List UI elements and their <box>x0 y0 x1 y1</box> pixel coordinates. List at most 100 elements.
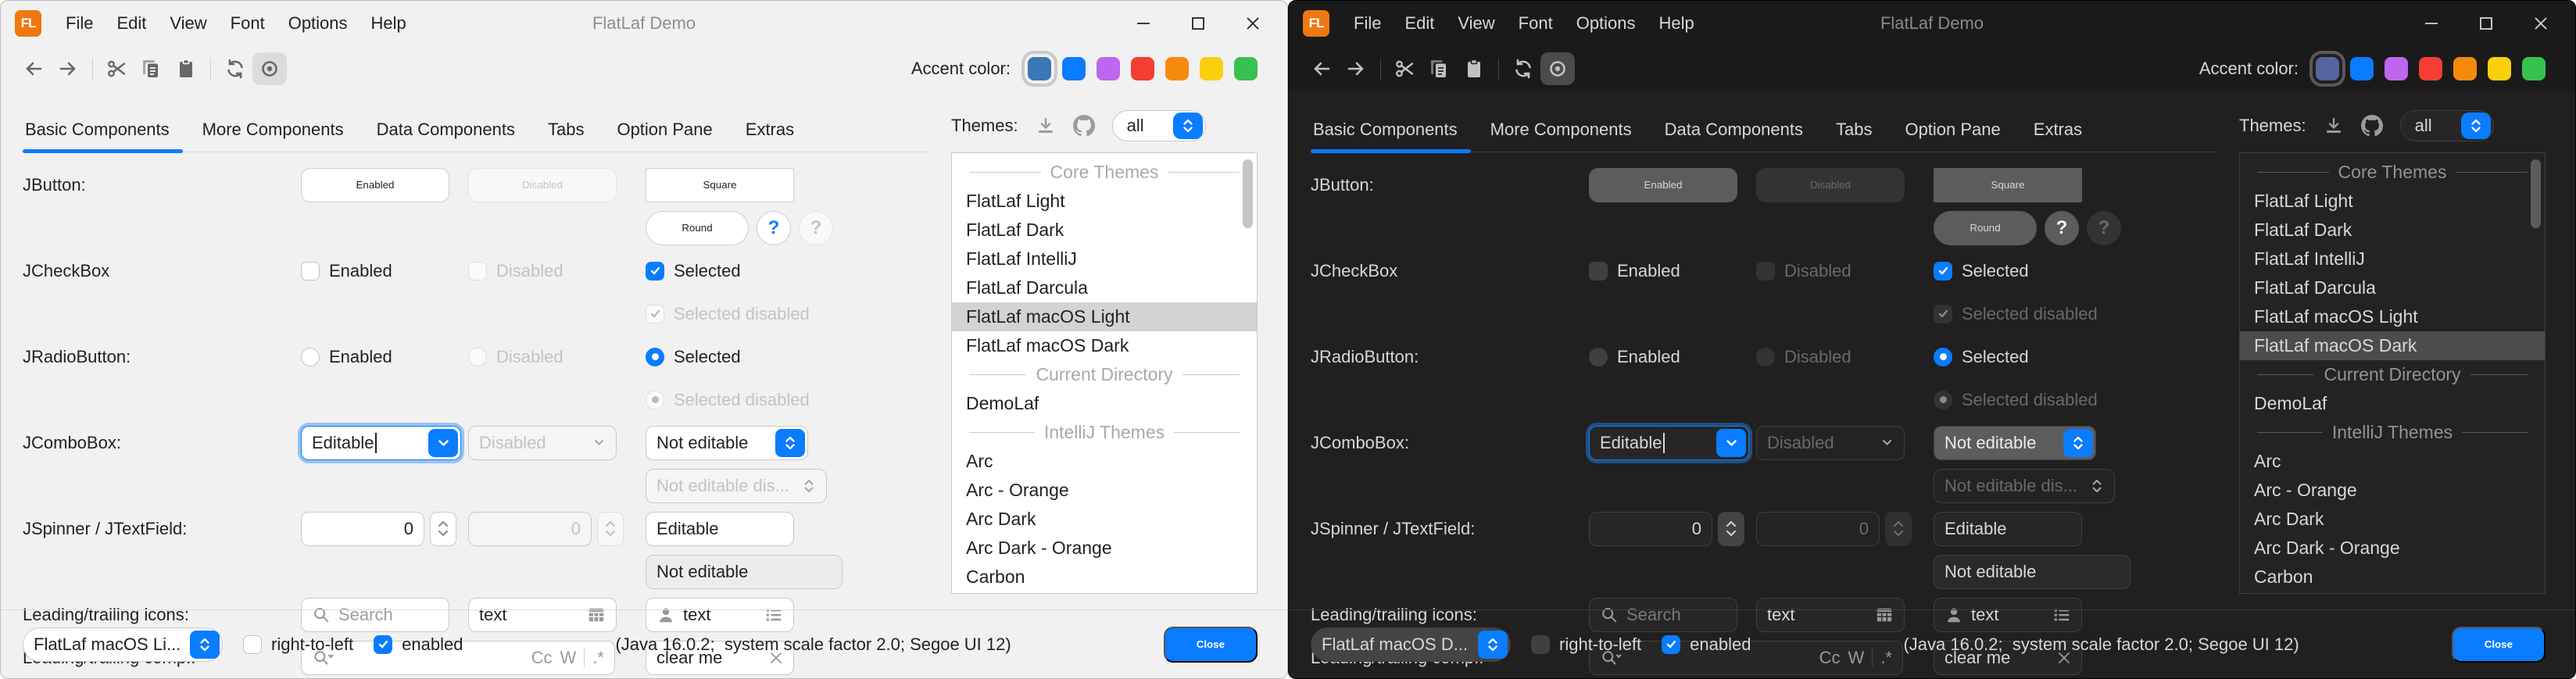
theme-list[interactable]: Core Themes FlatLaf Light FlatLaf Dark F… <box>2239 152 2546 594</box>
menu-options[interactable]: Options <box>1565 8 1648 39</box>
theme-item[interactable]: Arc Dark <box>2240 505 2545 534</box>
accent-swatch-selected[interactable] <box>2316 57 2339 80</box>
theme-item[interactable]: Arc <box>952 447 1257 476</box>
accent-swatch-selected[interactable] <box>1028 57 1051 80</box>
theme-item-selected[interactable]: FlatLaf macOS Dark <box>2240 331 2545 360</box>
tab-tabs[interactable]: Tabs <box>531 112 600 152</box>
maximize-icon[interactable] <box>2470 9 2502 38</box>
close-icon[interactable] <box>1237 9 1268 38</box>
tab-more-components[interactable]: More Components <box>1474 112 1648 152</box>
theme-item[interactable]: FlatLaf Light <box>952 187 1257 216</box>
paste-icon[interactable] <box>1457 52 1491 85</box>
scrollbar-thumb[interactable] <box>1243 159 1253 228</box>
close-button[interactable]: Close <box>2452 627 2546 663</box>
combobox-updown-icon[interactable] <box>2063 429 2093 457</box>
download-icon[interactable] <box>2324 116 2344 136</box>
themes-filter-combo[interactable]: all <box>1112 110 1206 141</box>
paste-icon[interactable] <box>169 52 203 85</box>
theme-item[interactable]: FlatLaf Darcula <box>2240 273 2545 302</box>
laf-combo[interactable]: FlatLaf macOS Li... <box>23 627 223 662</box>
theme-item[interactable]: Arc - Orange <box>2240 476 2545 505</box>
cut-icon[interactable] <box>100 52 134 85</box>
tab-option-pane[interactable]: Option Pane <box>600 112 728 152</box>
copy-icon[interactable] <box>1422 52 1457 85</box>
menu-file[interactable]: File <box>54 8 105 39</box>
menu-help[interactable]: Help <box>360 8 418 39</box>
minimize-icon[interactable] <box>1128 9 1159 38</box>
accent-swatch-orange[interactable] <box>2453 57 2477 80</box>
rtl-checkbox[interactable] <box>1531 635 1550 654</box>
theme-item[interactable]: Arc - Orange <box>952 476 1257 505</box>
cut-icon[interactable] <box>1388 52 1422 85</box>
tab-basic-components[interactable]: Basic Components <box>1311 112 1474 152</box>
theme-item[interactable]: FlatLaf Light <box>2240 187 2545 216</box>
jbutton-square[interactable]: Square <box>1934 168 2082 202</box>
combobox-editable[interactable]: Editable <box>1589 426 1749 460</box>
accent-swatch-green[interactable] <box>2522 57 2546 80</box>
show-hidden-toggle-icon[interactable] <box>1540 52 1575 85</box>
scrollbar-thumb[interactable] <box>2531 159 2541 228</box>
checkbox-selected[interactable] <box>646 262 664 281</box>
theme-list[interactable]: Core Themes FlatLaf Light FlatLaf Dark F… <box>951 152 1258 594</box>
theme-item[interactable]: DemoLaf <box>952 389 1257 418</box>
copy-icon[interactable] <box>134 52 169 85</box>
accent-swatch-orange[interactable] <box>1165 57 1189 80</box>
tab-tabs[interactable]: Tabs <box>1819 112 1888 152</box>
combobox-not-editable[interactable]: Not editable <box>646 426 808 460</box>
checkbox-selected[interactable] <box>1934 262 1952 281</box>
combobox-updown-icon[interactable] <box>1478 631 1508 659</box>
theme-item[interactable]: Cobalt 2 <box>952 591 1257 594</box>
accent-swatch-blue[interactable] <box>2350 57 2374 80</box>
jbutton-square[interactable]: Square <box>646 168 794 202</box>
combobox-updown-icon[interactable] <box>775 429 805 457</box>
accent-swatch-red[interactable] <box>2419 57 2442 80</box>
accent-swatch-blue[interactable] <box>1062 57 1086 80</box>
theme-item[interactable]: FlatLaf IntelliJ <box>952 245 1257 273</box>
tab-basic-components[interactable]: Basic Components <box>23 112 186 152</box>
close-icon[interactable] <box>2525 9 2556 38</box>
combobox-updown-icon[interactable] <box>190 631 220 659</box>
radio-selected[interactable] <box>1934 348 1952 366</box>
spinner-arrows-icon[interactable] <box>430 512 456 546</box>
textfield-editable[interactable]: Editable <box>646 512 794 546</box>
accent-swatch-yellow[interactable] <box>2488 57 2511 80</box>
show-hidden-toggle-icon[interactable] <box>252 52 287 85</box>
theme-item[interactable]: FlatLaf Dark <box>952 216 1257 245</box>
close-button[interactable]: Close <box>1164 627 1258 663</box>
tab-data-components[interactable]: Data Components <box>1648 112 1819 152</box>
jbutton-round[interactable]: Round <box>646 211 749 245</box>
theme-item[interactable]: FlatLaf macOS Dark <box>952 331 1257 360</box>
jbutton-enabled[interactable]: Enabled <box>1589 168 1737 202</box>
menu-edit[interactable]: Edit <box>1393 8 1446 39</box>
accent-swatch-purple[interactable] <box>2385 57 2408 80</box>
theme-item[interactable]: Arc Dark <box>952 505 1257 534</box>
spinner-field[interactable]: 0 <box>1589 512 1712 546</box>
menu-edit[interactable]: Edit <box>105 8 158 39</box>
checkbox-enabled[interactable] <box>1589 262 1608 281</box>
radio-enabled[interactable] <box>1589 348 1608 366</box>
jbutton-round[interactable]: Round <box>1934 211 2037 245</box>
forward-icon[interactable] <box>51 52 85 85</box>
theme-item[interactable]: FlatLaf Darcula <box>952 273 1257 302</box>
menu-file[interactable]: File <box>1342 8 1393 39</box>
combobox-not-editable[interactable]: Not editable <box>1934 426 2096 460</box>
refresh-icon[interactable] <box>1506 52 1540 85</box>
menu-view[interactable]: View <box>1446 8 1506 39</box>
checkbox-enabled[interactable] <box>301 262 320 281</box>
spinner-field[interactable]: 0 <box>301 512 424 546</box>
menu-options[interactable]: Options <box>277 8 360 39</box>
theme-item[interactable]: FlatLaf IntelliJ <box>2240 245 2545 273</box>
accent-swatch-green[interactable] <box>1234 57 1258 80</box>
help-button[interactable]: ? <box>2045 211 2079 245</box>
radio-selected[interactable] <box>646 348 664 366</box>
back-icon[interactable] <box>16 52 51 85</box>
tab-option-pane[interactable]: Option Pane <box>1888 112 2016 152</box>
tab-extras[interactable]: Extras <box>2017 112 2098 152</box>
combobox-arrow-icon[interactable] <box>1716 429 1746 457</box>
combobox-updown-icon[interactable] <box>1173 113 1203 139</box>
enabled-checkbox[interactable] <box>1662 635 1680 654</box>
combobox-updown-icon[interactable] <box>2461 113 2491 139</box>
combobox-arrow-icon[interactable] <box>428 429 458 457</box>
download-icon[interactable] <box>1036 116 1056 136</box>
laf-combo[interactable]: FlatLaf macOS D... <box>1311 627 1511 662</box>
